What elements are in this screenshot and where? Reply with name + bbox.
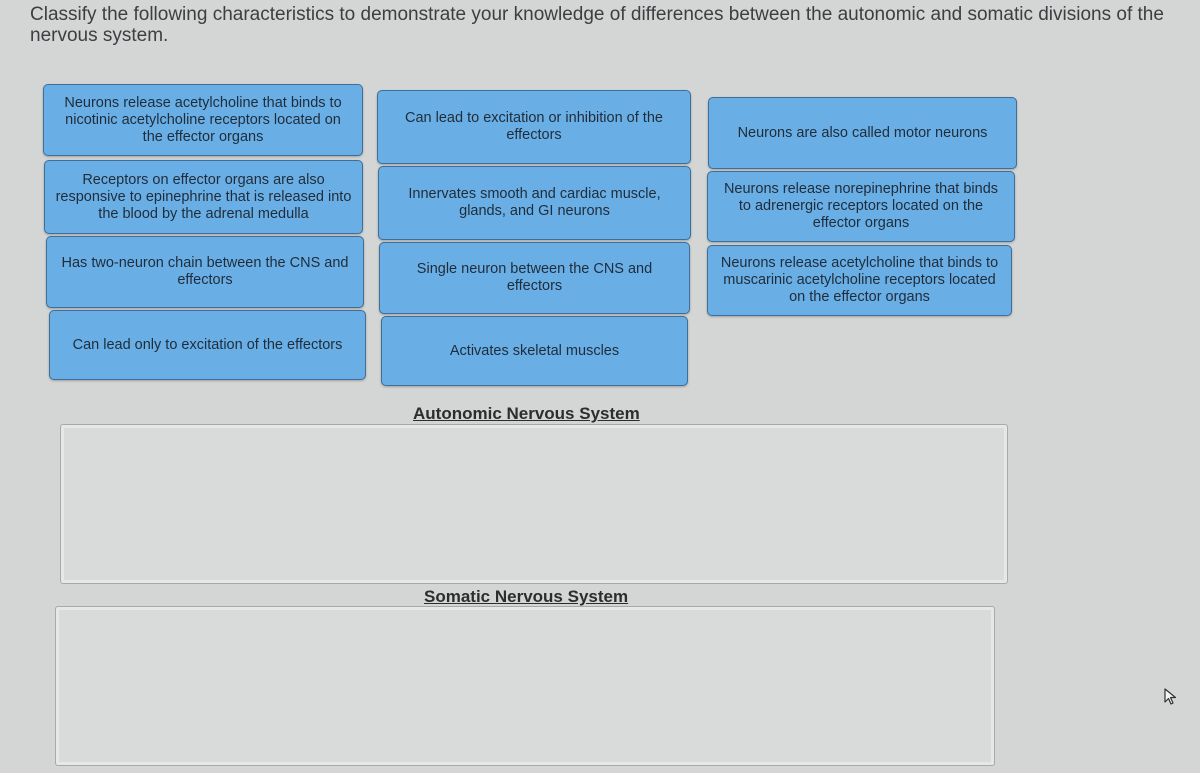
draggable-card[interactable]: Neurons release norepinephrine that bind… — [707, 171, 1015, 242]
somatic-drop-zone[interactable] — [55, 606, 995, 766]
draggable-card[interactable]: Neurons are also called motor neurons — [708, 97, 1017, 169]
mouse-pointer-icon — [1164, 688, 1178, 711]
draggable-card[interactable]: Neurons release acetylcholine that binds… — [43, 84, 363, 156]
draggable-card[interactable]: Single neuron between the CNS and effect… — [379, 242, 690, 314]
question-prompt: Classify the following characteristics t… — [30, 4, 1164, 46]
draggable-card[interactable]: Receptors on effector organs are also re… — [44, 160, 363, 234]
draggable-card[interactable]: Innervates smooth and cardiac muscle, gl… — [378, 166, 691, 240]
draggable-card[interactable]: Neurons release acetylcholine that binds… — [707, 245, 1012, 316]
draggable-card[interactable]: Can lead only to excitation of the effec… — [49, 310, 366, 380]
autonomic-drop-zone[interactable] — [60, 424, 1008, 584]
draggable-card[interactable]: Can lead to excitation or inhibition of … — [377, 90, 691, 164]
somatic-zone-label: Somatic Nervous System — [424, 587, 629, 606]
draggable-card[interactable]: Has two-neuron chain between the CNS and… — [46, 236, 364, 308]
autonomic-zone-label: Autonomic Nervous System — [413, 404, 640, 423]
draggable-card[interactable]: Activates skeletal muscles — [381, 316, 688, 386]
